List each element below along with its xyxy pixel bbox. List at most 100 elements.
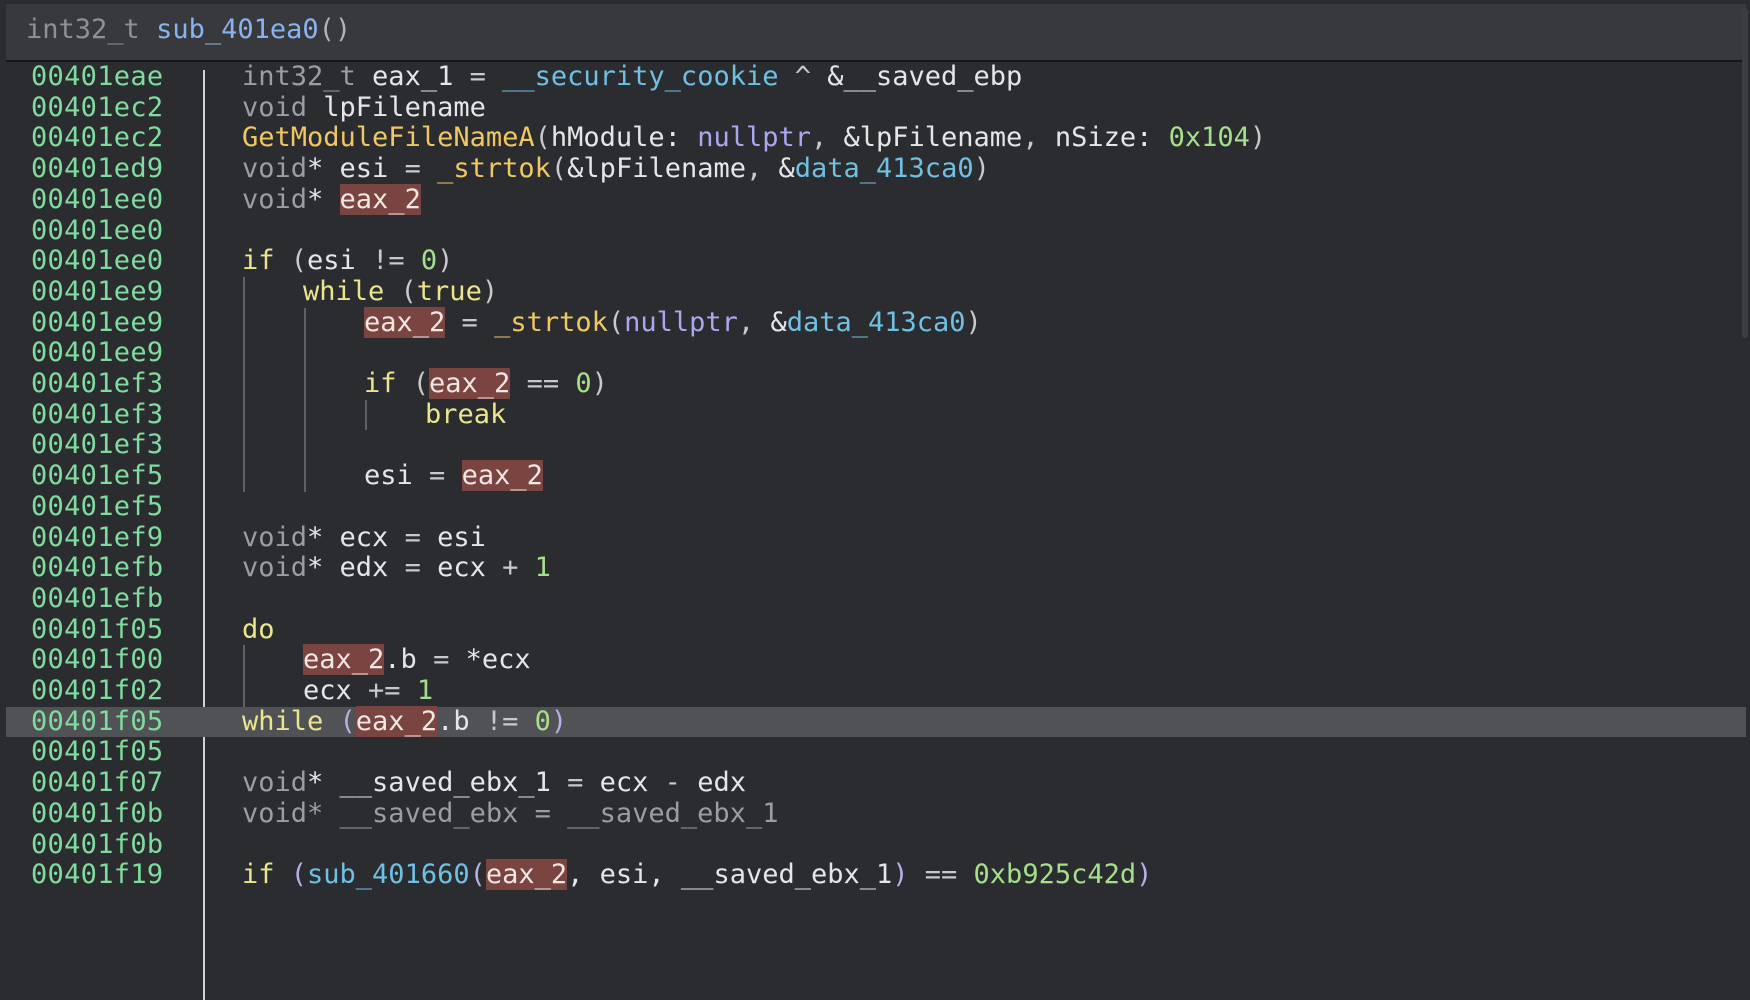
- code-token: 1: [534, 552, 551, 584]
- code-line[interactable]: 00401ef9 void* ecx = esi: [6, 521, 1746, 554]
- code-token: .b: [384, 644, 434, 676]
- code-token: * ecx: [307, 521, 405, 553]
- code-line[interactable]: 00401ec2 GetModuleFileNameA(hModule: null…: [6, 123, 1746, 154]
- line-address[interactable]: 00401ef5: [31, 460, 163, 492]
- line-address[interactable]: 00401ee0: [31, 184, 163, 216]
- code-token: __saved_ebx_1: [550, 797, 779, 829]
- code-token: =: [534, 797, 551, 829]
- line-address[interactable]: 00401f19: [31, 859, 163, 891]
- code-text: while (true): [303, 275, 498, 308]
- code-line[interactable]: 00401ee9 eax_2 = _strtok(nullptr, &data_4…: [6, 306, 1746, 339]
- code-token: *ecx: [449, 644, 531, 676]
- code-token: 0xb925c42d: [973, 859, 1137, 891]
- line-address[interactable]: 00401f0b: [31, 829, 163, 861]
- line-address[interactable]: 00401eae: [31, 61, 163, 93]
- line-address[interactable]: 00401f00: [31, 645, 163, 676]
- code-token[interactable]: data_413ca0: [795, 153, 974, 184]
- line-address[interactable]: 00401f07: [31, 767, 163, 799]
- highlighted-variable[interactable]: eax_2: [461, 460, 543, 492]
- line-address[interactable]: 00401ee9: [31, 307, 163, 339]
- code-line[interactable]: 00401ef3 if (eax_2 == 0): [6, 368, 1746, 400]
- code-token: ): [1136, 859, 1153, 891]
- line-address[interactable]: 00401ef9: [31, 522, 163, 554]
- code-token: =: [404, 552, 421, 584]
- code-token: (: [607, 306, 625, 338]
- code-token: esi: [364, 460, 430, 492]
- code-text: void* esi = _strtok(&lpFilename, &data_4…: [242, 153, 990, 185]
- highlighted-variable[interactable]: eax_2: [485, 859, 568, 891]
- code-token[interactable]: _strtok: [437, 153, 551, 184]
- line-address[interactable]: 00401f02: [31, 675, 163, 707]
- code-token[interactable]: _strtok: [494, 307, 608, 338]
- code-text: GetModuleFileNameA(hModule: nullptr, &lp…: [242, 123, 1266, 154]
- line-address[interactable]: 00401efb: [31, 552, 163, 584]
- line-address[interactable]: 00401f0b: [31, 798, 163, 830]
- code-token[interactable]: __security_cookie: [502, 61, 778, 92]
- code-line[interactable]: 00401f07 void* __saved_ebx_1 = ecx - edx: [6, 767, 1746, 799]
- code-line[interactable]: 00401f02 ecx += 1: [6, 675, 1746, 707]
- line-address[interactable]: 00401ef3: [31, 430, 163, 461]
- line-address[interactable]: 00401f05: [31, 706, 163, 738]
- line-address[interactable]: 00401ee0: [31, 215, 163, 247]
- highlighted-variable[interactable]: eax_2: [303, 644, 385, 676]
- line-address[interactable]: 00401ec2: [31, 123, 163, 154]
- code-line[interactable]: 00401ef5 esi = eax_2: [6, 460, 1746, 492]
- code-line[interactable]: 00401f0b: [6, 829, 1746, 861]
- code-token: * esi: [307, 153, 405, 185]
- code-token: if: [242, 859, 275, 891]
- code-token: (: [274, 859, 308, 891]
- line-address[interactable]: 00401ee0: [31, 245, 163, 277]
- line-address[interactable]: 00401ed9: [31, 153, 163, 185]
- code-line[interactable]: 00401f05: [6, 737, 1746, 768]
- highlighted-variable[interactable]: eax_2: [429, 368, 511, 399]
- line-address[interactable]: 00401ef3: [31, 399, 163, 431]
- code-line[interactable]: 00401ef3: [6, 430, 1746, 461]
- function-name[interactable]: sub_401ea0: [156, 14, 319, 45]
- code-line[interactable]: 00401ed9 void* esi = _strtok(&lpFilename,…: [6, 153, 1746, 185]
- code-token: (: [550, 153, 568, 185]
- code-token: ,: [810, 122, 844, 154]
- code-line[interactable]: 00401ec2 void lpFilename: [6, 92, 1746, 124]
- code-token[interactable]: GetModuleFileNameA: [242, 122, 535, 154]
- code-text: void* ecx = esi: [242, 521, 486, 554]
- line-address[interactable]: 00401efb: [31, 583, 163, 615]
- code-line[interactable]: 00401ee0 if (esi != 0): [6, 245, 1746, 277]
- code-token[interactable]: data_413ca0: [787, 307, 966, 338]
- code-view[interactable]: 00401eae int32_t eax_1 = __security_cooki…: [6, 61, 1746, 1000]
- code-line[interactable]: 00401ef3 break: [6, 399, 1746, 431]
- code-line-current[interactable]: 00401f05 while (eax_2.b != 0): [6, 705, 1746, 738]
- code-line[interactable]: 00401f0b void* __saved_ebx = __saved_ebx_…: [6, 797, 1746, 830]
- code-token: 0x104: [1168, 122, 1250, 154]
- line-address[interactable]: 00401ee9: [31, 276, 163, 308]
- code-token: ,: [737, 306, 771, 338]
- line-address[interactable]: 00401ec2: [31, 92, 163, 124]
- line-address[interactable]: 00401f05: [31, 614, 163, 646]
- code-token: true: [416, 275, 482, 307]
- line-address[interactable]: 00401f05: [31, 737, 163, 768]
- line-address[interactable]: 00401ee9: [31, 338, 163, 369]
- line-address[interactable]: 00401ef3: [31, 368, 163, 400]
- code-line[interactable]: 00401ef5: [6, 491, 1746, 523]
- highlighted-variable[interactable]: eax_2: [355, 705, 438, 737]
- code-line[interactable]: 00401ee0 void* eax_2: [6, 183, 1746, 216]
- code-text: esi = eax_2: [364, 460, 543, 492]
- code-line[interactable]: 00401eae int32_t eax_1 = __security_cooki…: [6, 61, 1746, 93]
- code-line[interactable]: 00401ee9 while (true): [6, 275, 1746, 308]
- if-break-guide: [365, 399, 367, 431]
- code-token[interactable]: sub_401660: [307, 859, 470, 890]
- code-token: =: [429, 460, 446, 492]
- scrollbar[interactable]: [1742, 8, 1748, 338]
- code-line[interactable]: 00401efb: [6, 583, 1746, 615]
- code-token: 0: [534, 705, 551, 737]
- code-line[interactable]: 00401f19 if (sub_401660(eax_2, esi, __sav…: [6, 859, 1746, 891]
- highlighted-variable[interactable]: eax_2: [339, 183, 421, 215]
- code-line[interactable]: 00401f00 eax_2.b = *ecx: [6, 644, 1746, 676]
- code-line[interactable]: 00401ee0: [6, 215, 1746, 247]
- code-line[interactable]: 00401efb void* edx = ecx + 1: [6, 552, 1746, 584]
- code-text: void* edx = ecx + 1: [242, 552, 551, 584]
- highlighted-variable[interactable]: eax_2: [364, 306, 446, 338]
- line-address[interactable]: 00401ef5: [31, 491, 163, 523]
- code-line[interactable]: 00401ee9: [6, 338, 1746, 369]
- code-line[interactable]: 00401f05 do: [6, 614, 1746, 646]
- code-text: if (esi != 0): [242, 245, 453, 277]
